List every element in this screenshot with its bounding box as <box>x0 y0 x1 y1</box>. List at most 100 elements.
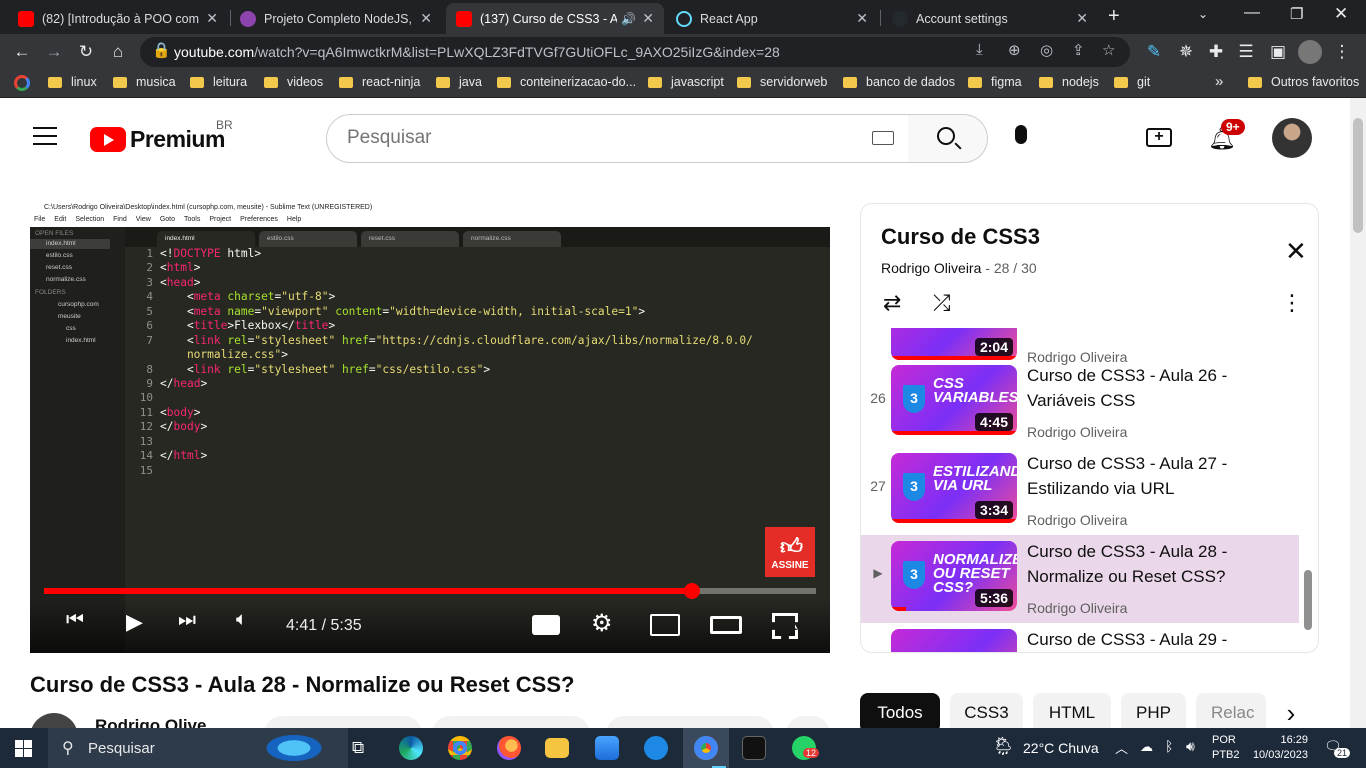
forward-button[interactable]: → <box>42 40 66 64</box>
media-queue-icon[interactable]: ☰ <box>1234 40 1258 64</box>
bookmark-folder[interactable]: servidorweb <box>737 75 827 89</box>
cloud-icon[interactable]: ☁ <box>1140 739 1153 755</box>
close-icon[interactable]: ✕ <box>642 10 654 27</box>
profile-avatar[interactable] <box>1298 40 1322 64</box>
side-panel-icon[interactable]: ▣ <box>1266 40 1290 64</box>
bookmark-folder[interactable]: nodejs <box>1039 75 1099 89</box>
close-window-button[interactable]: ✕ <box>1334 4 1348 24</box>
bookmark-folder[interactable]: linux <box>48 75 97 89</box>
browser-tab-5[interactable]: Account settings ✕ <box>882 3 1098 34</box>
clock[interactable]: 16:29 10/03/2023 <box>1248 733 1308 763</box>
chip-all[interactable]: Todos <box>860 693 940 733</box>
close-playlist-icon[interactable]: ✕ <box>1285 236 1307 267</box>
fullscreen-icon[interactable] <box>772 613 798 639</box>
chip-php[interactable]: PHP <box>1121 693 1186 733</box>
create-video-icon[interactable]: + <box>1146 128 1172 147</box>
bookmark-star-icon[interactable]: ☆ <box>1102 41 1115 59</box>
new-tab-button[interactable]: + <box>1108 5 1120 28</box>
theater-mode-icon[interactable] <box>710 616 742 634</box>
hamburger-menu-icon[interactable] <box>33 127 57 145</box>
chip-css3[interactable]: CSS3 <box>950 693 1023 733</box>
close-icon[interactable]: ✕ <box>420 10 432 27</box>
bookmark-folder[interactable]: leitura <box>190 75 247 89</box>
bluetooth-icon[interactable]: ᛒ <box>1165 738 1173 754</box>
settings-gear-icon[interactable]: ⚙ <box>591 609 613 638</box>
file-explorer-icon[interactable] <box>545 738 569 758</box>
youtube-logo[interactable]: Premium <box>90 126 225 153</box>
play-icon[interactable]: ▶ <box>126 609 143 635</box>
previous-icon[interactable]: ⏮ <box>66 609 84 632</box>
close-icon[interactable]: ✕ <box>1076 10 1088 27</box>
share-icon[interactable]: ⇪ <box>1072 41 1085 59</box>
bookmark-folder[interactable]: videos <box>264 75 323 89</box>
close-icon[interactable]: ✕ <box>856 10 868 27</box>
microphone-icon[interactable] <box>1015 125 1027 144</box>
progress-scrubber[interactable] <box>684 583 700 599</box>
chip-related[interactable]: Relac <box>1196 693 1266 733</box>
search-button[interactable] <box>908 114 988 163</box>
bookmark-folder[interactable]: react-ninja <box>339 75 420 89</box>
bookmark-folder[interactable]: conteinerizacao-do... <box>497 75 636 89</box>
miniplayer-icon[interactable] <box>650 614 680 636</box>
loop-icon[interactable]: ⇄ <box>883 290 901 316</box>
next-icon[interactable]: ⏭ <box>178 609 196 632</box>
zoom-icon[interactable]: ⊕ <box>1008 41 1021 59</box>
restore-button[interactable]: ❐ <box>1290 5 1303 23</box>
chevron-up-icon[interactable]: ︿ <box>1115 738 1128 757</box>
photos-icon[interactable] <box>595 736 619 760</box>
chrome-active-indicator[interactable] <box>683 728 729 768</box>
playlist-title[interactable]: Curso de CSS3 <box>881 224 1040 250</box>
playlist-more-icon[interactable]: ⋮ <box>1281 290 1303 316</box>
weather-icon[interactable]: 🌦︎ <box>992 736 1015 757</box>
bookmark-folder[interactable]: javascript <box>648 75 724 89</box>
chevron-right-icon[interactable]: › <box>1266 693 1316 733</box>
playlist-item[interactable]: 26 3 CSS VARIABLES 4:45 Curso de CSS3 - … <box>861 359 1299 447</box>
home-button[interactable]: ⌂ <box>106 40 130 64</box>
task-view-icon[interactable]: ⧉ <box>352 738 364 758</box>
browser-tab-1[interactable]: (82) [Introdução à POO com ✕ <box>8 3 228 34</box>
lock-icon[interactable]: 🔒 <box>152 41 171 59</box>
install-icon[interactable]: ⤓ <box>976 41 983 58</box>
bookmark-folder[interactable]: figma <box>968 75 1022 89</box>
browser-tab-3[interactable]: (137) Curso de CSS3 - Au 🔊 ✕ <box>446 3 664 34</box>
chip-html[interactable]: HTML <box>1033 693 1111 733</box>
reload-button[interactable]: ↻ <box>74 40 98 64</box>
playlist-scrollbar[interactable] <box>1304 570 1312 630</box>
subtitles-icon[interactable] <box>532 615 560 635</box>
bookmark-folder[interactable]: java <box>436 75 482 89</box>
firefox-icon[interactable] <box>497 736 521 760</box>
address-bar[interactable]: 🔒 youtube.com/watch?v=qA6ImwctkrM&list=P… <box>140 37 1130 67</box>
volume-icon[interactable]: 🔈︎ <box>236 609 247 631</box>
back-button[interactable]: ← <box>10 40 34 64</box>
browser-tab-2[interactable]: Projeto Completo NodeJS, Re ✕ <box>230 3 442 34</box>
browser-tab-4[interactable]: React App ✕ <box>666 3 878 34</box>
other-bookmarks[interactable]: Outros favoritos <box>1248 75 1359 89</box>
google-icon[interactable] <box>14 75 30 91</box>
weather-text[interactable]: 22°C Chuva <box>1023 740 1099 756</box>
eye-off-icon[interactable]: ◎ <box>1040 41 1053 59</box>
bookmark-folder[interactable]: banco de dados <box>843 75 955 89</box>
tab-search-icon[interactable]: ⌄ <box>1198 7 1208 21</box>
windows-start-icon[interactable] <box>15 740 32 757</box>
speaker-icon[interactable]: 🔊 <box>621 12 636 26</box>
playlist-item[interactable]: Curso de CSS3 - Aula 29 - <box>861 623 1299 652</box>
language-indicator[interactable]: POR PTB2 <box>1212 733 1240 763</box>
minimize-button[interactable]: — <box>1244 4 1260 22</box>
bookmark-folder[interactable]: musica <box>113 75 176 89</box>
shuffle-icon[interactable]: ⤮ <box>933 290 951 316</box>
edge-icon[interactable] <box>399 736 423 760</box>
extension-pen-icon[interactable]: ✎ <box>1142 40 1166 64</box>
vpn-shield-icon[interactable] <box>644 736 668 760</box>
account-avatar[interactable] <box>1272 118 1312 158</box>
bookmark-folder[interactable]: git <box>1114 75 1150 89</box>
extension-bug-icon[interactable]: ✵ <box>1174 40 1198 64</box>
page-scrollbar[interactable] <box>1350 98 1366 728</box>
extensions-puzzle-icon[interactable]: ✚ <box>1204 40 1228 64</box>
volume-icon[interactable]: 🔊︎ <box>1186 738 1195 755</box>
playlist-item-current[interactable]: ▶ 3 NORMALIZE OU RESET CSS? 5:36 Curso d… <box>861 535 1299 623</box>
chrome-icon[interactable] <box>448 736 472 760</box>
terminal-icon[interactable] <box>742 736 766 760</box>
subscribe-watermark[interactable]: 👍︎ ASSINE <box>765 527 815 577</box>
playlist-item[interactable]: 27 3 ESTILIZANDO VIA URL 3:34 Curso de C… <box>861 447 1299 535</box>
keyboard-icon[interactable] <box>872 131 894 145</box>
